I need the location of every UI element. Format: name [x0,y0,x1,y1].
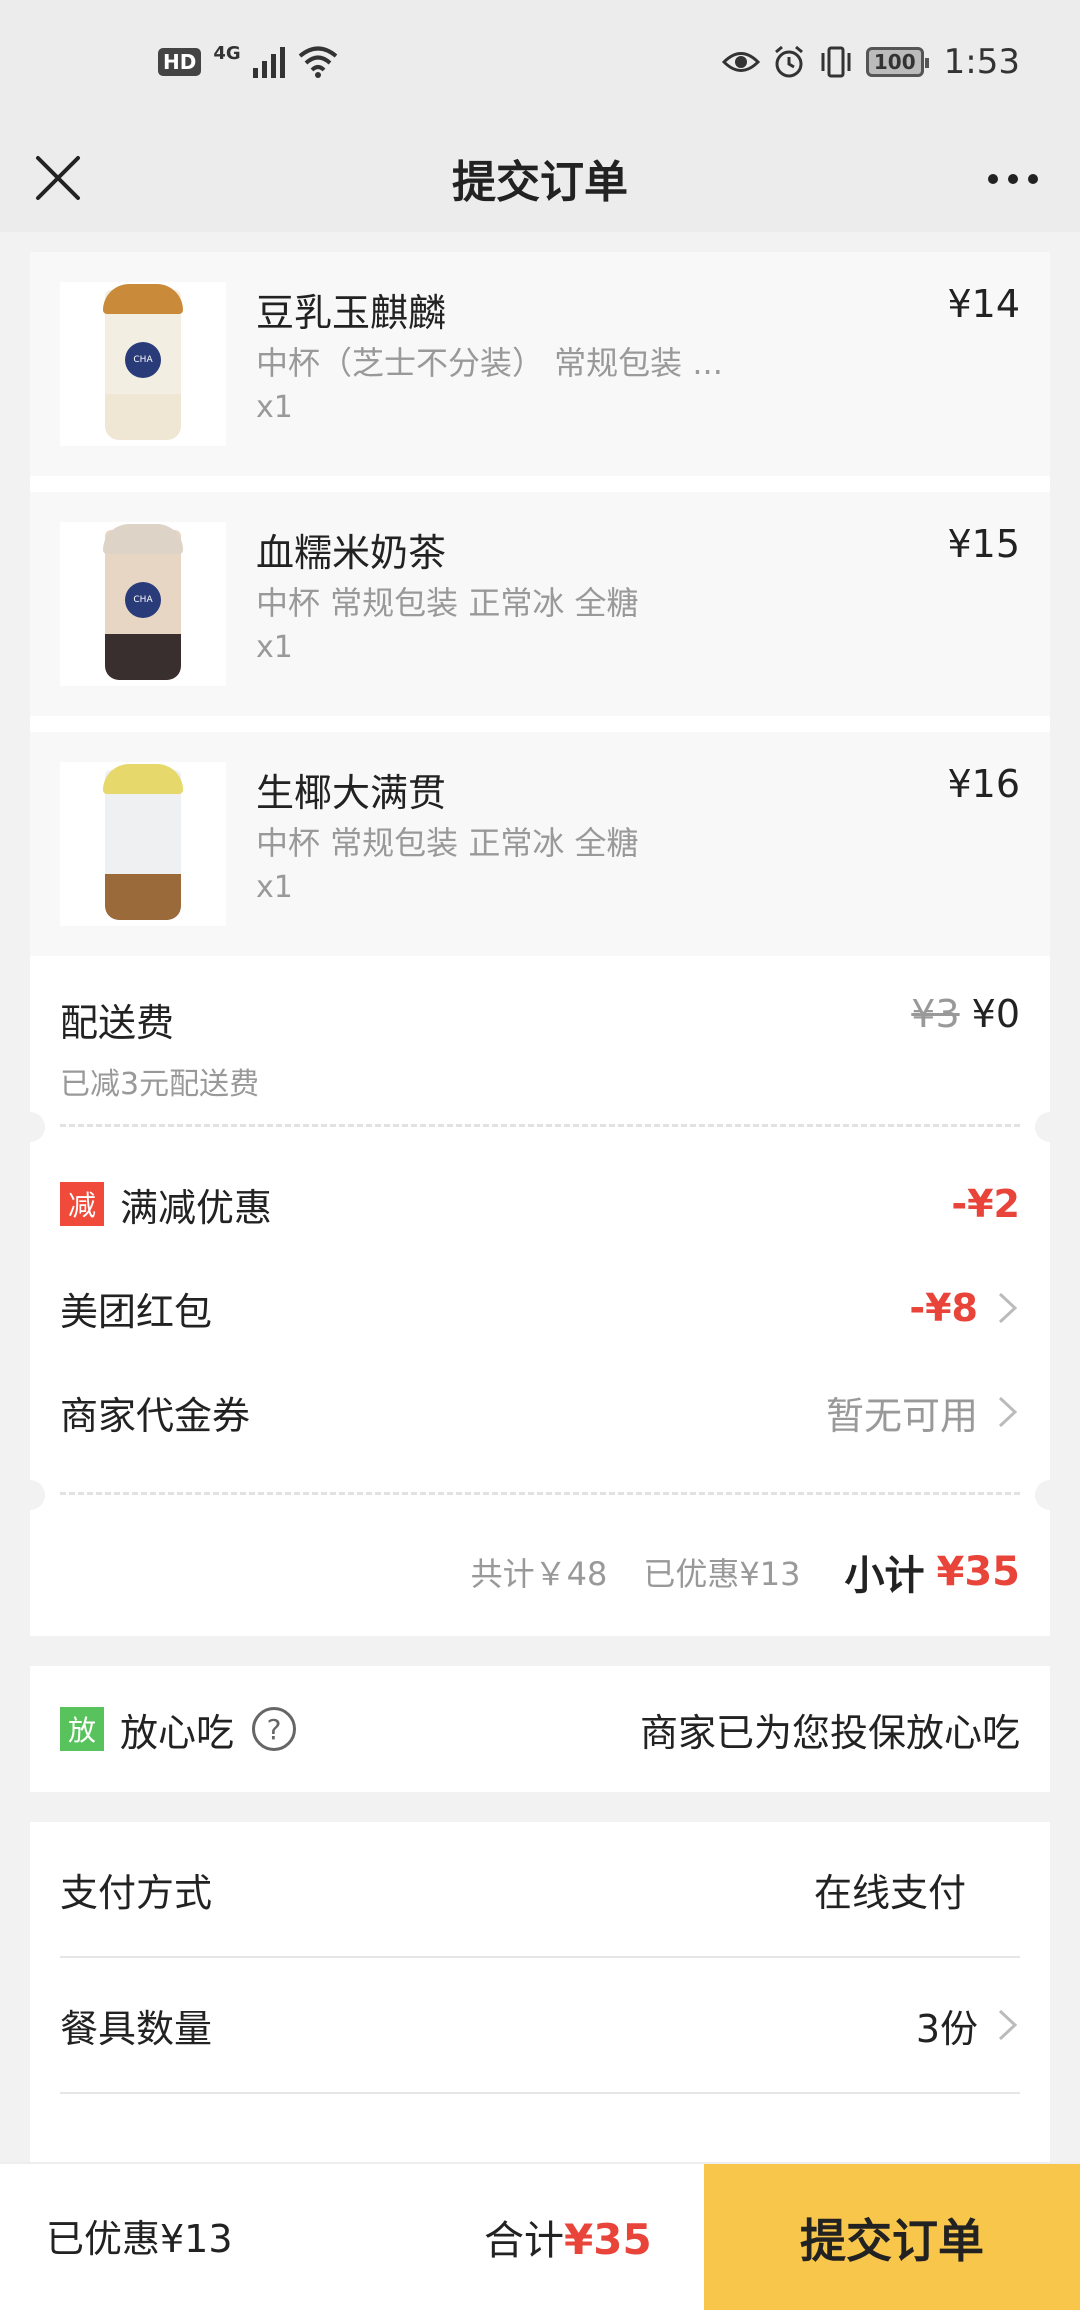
hd-indicator: HD [158,48,202,76]
delivery-fee-label: 配送费 [60,1001,175,1045]
network-type: 4G [213,42,241,64]
chevron-right-icon [998,1396,1018,1428]
product-item: 生椰大满贯 中杯 常规包装 正常冰 全糖 x1 ¥16 [30,732,1050,956]
subtotal-total: 共计￥48 [470,1555,608,1593]
full-reduction-label: 满减优惠 [120,1185,273,1230]
product-qty: x1 [256,870,293,905]
status-right: 100 1:53 [721,42,1020,82]
chevron-right-icon [998,1292,1018,1324]
red-packet-label: 美团红包 [60,1289,213,1334]
product-qty: x1 [256,390,293,425]
checkout-bar: 已优惠¥13 合计¥35 提交订单 [0,2162,1080,2310]
divider [60,2092,1020,2094]
subtotal-label: 小计 [844,1553,925,1599]
status-bar: HD 4G 100 1:53 [0,0,1080,124]
product-price: ¥14 [947,282,1020,326]
wifi-icon [298,46,337,78]
delivery-fee-row: 配送费 已减3元配送费 ¥3 ¥0 [30,956,1050,1102]
safe-eat-card: 放 放心吃 ? 商家已为您投保放心吃 [30,1666,1050,1792]
payment-method-label: 支付方式 [60,1870,213,1915]
voucher-label: 商家代金券 [60,1393,251,1438]
product-item: CHA 豆乳玉麒麟 中杯（芝士不分装） 常规包装 ... x1 ¥14 [30,252,1050,476]
payment-card: 支付方式 在线支付 餐具数量 3份 [30,1822,1050,2162]
close-icon[interactable] [30,150,86,206]
red-packet-amount: -¥8 [909,1286,978,1330]
product-image [60,762,226,926]
battery-icon: 100 [865,47,929,77]
product-item: CHA 血糯米奶茶 中杯 常规包装 正常冰 全糖 x1 ¥15 [30,492,1050,716]
payment-method-value: 在线支付 [813,1870,966,1915]
fee-summary-card: 配送费 已减3元配送费 ¥3 ¥0 减 满减优惠 -¥2 美团红包 -¥8 商家… [15,956,1065,1636]
nav-bar: 提交订单 [0,124,1080,232]
product-image: CHA [60,282,226,446]
submit-order-button[interactable]: 提交订单 [704,2164,1080,2310]
signal-icon [252,46,285,78]
reduction-tag-icon: 减 [60,1182,104,1226]
product-qty: x1 [256,630,293,665]
red-packet-row[interactable]: 美团红包 -¥8 [30,1256,1050,1360]
safe-eat-note: 商家已为您投保放心吃 [639,1710,1020,1755]
divider [15,1464,1065,1520]
subtotal-saved: 已优惠¥13 [643,1555,801,1593]
full-reduction-amount: -¥2 [951,1182,1020,1226]
eye-icon [721,52,760,72]
delivery-fee-final: ¥0 [971,992,1020,1036]
product-name: 生椰大满贯 [256,771,447,815]
bottom-saved: 已优惠¥13 [46,2217,233,2261]
status-left: HD 4G [158,42,339,79]
utensils-row[interactable]: 餐具数量 3份 [30,1958,1050,2092]
voucher-value: 暂无可用 [825,1393,978,1438]
delivery-fee-price: ¥3 ¥0 [911,992,1020,1036]
utensils-value: 3份 [915,2006,978,2051]
safe-tag-icon: 放 [60,1707,104,1751]
safe-eat-row: 放 放心吃 ? 商家已为您投保放心吃 [30,1666,1050,1792]
status-time: 1:53 [943,42,1020,82]
delivery-fee-original: ¥3 [911,992,960,1036]
chevron-right-icon [998,2009,1018,2041]
bottom-total: 合计¥35 [484,2208,652,2266]
help-icon[interactable]: ? [252,1707,297,1751]
utensils-label: 餐具数量 [60,2006,213,2051]
total-label: 合计 [484,2218,564,2264]
product-name: 豆乳玉麒麟 [256,291,447,335]
voucher-row[interactable]: 商家代金券 暂无可用 [30,1360,1050,1464]
more-icon[interactable] [988,164,1048,194]
product-spec: 中杯 常规包装 正常冰 全糖 [256,584,639,622]
product-spec: 中杯（芝士不分装） 常规包装 ... [256,344,723,382]
full-reduction-row: 减 满减优惠 -¥2 [30,1152,1050,1256]
product-price: ¥15 [947,522,1020,566]
product-list: CHA 豆乳玉麒麟 中杯（芝士不分装） 常规包装 ... x1 ¥14 CHA … [30,252,1050,956]
safe-eat-label: 放心吃 [120,1710,235,1755]
subtotal-amount: ¥35 [936,1549,1021,1595]
total-amount: ¥35 [564,2215,652,2264]
vibrate-icon [821,46,851,78]
product-price: ¥16 [947,762,1020,806]
order-content: CHA 豆乳玉麒麟 中杯（芝士不分装） 常规包装 ... x1 ¥14 CHA … [15,232,1065,2162]
page-title: 提交订单 [452,157,628,208]
subtotal-row: 共计￥48 已优惠¥13 小计 ¥35 [30,1520,1050,1636]
product-spec: 中杯 常规包装 正常冰 全糖 [256,824,639,862]
product-image: CHA [60,522,226,686]
alarm-icon [774,45,803,78]
payment-method-row[interactable]: 支付方式 在线支付 [30,1822,1050,1956]
product-name: 血糯米奶茶 [256,531,447,575]
divider [15,1096,1065,1152]
